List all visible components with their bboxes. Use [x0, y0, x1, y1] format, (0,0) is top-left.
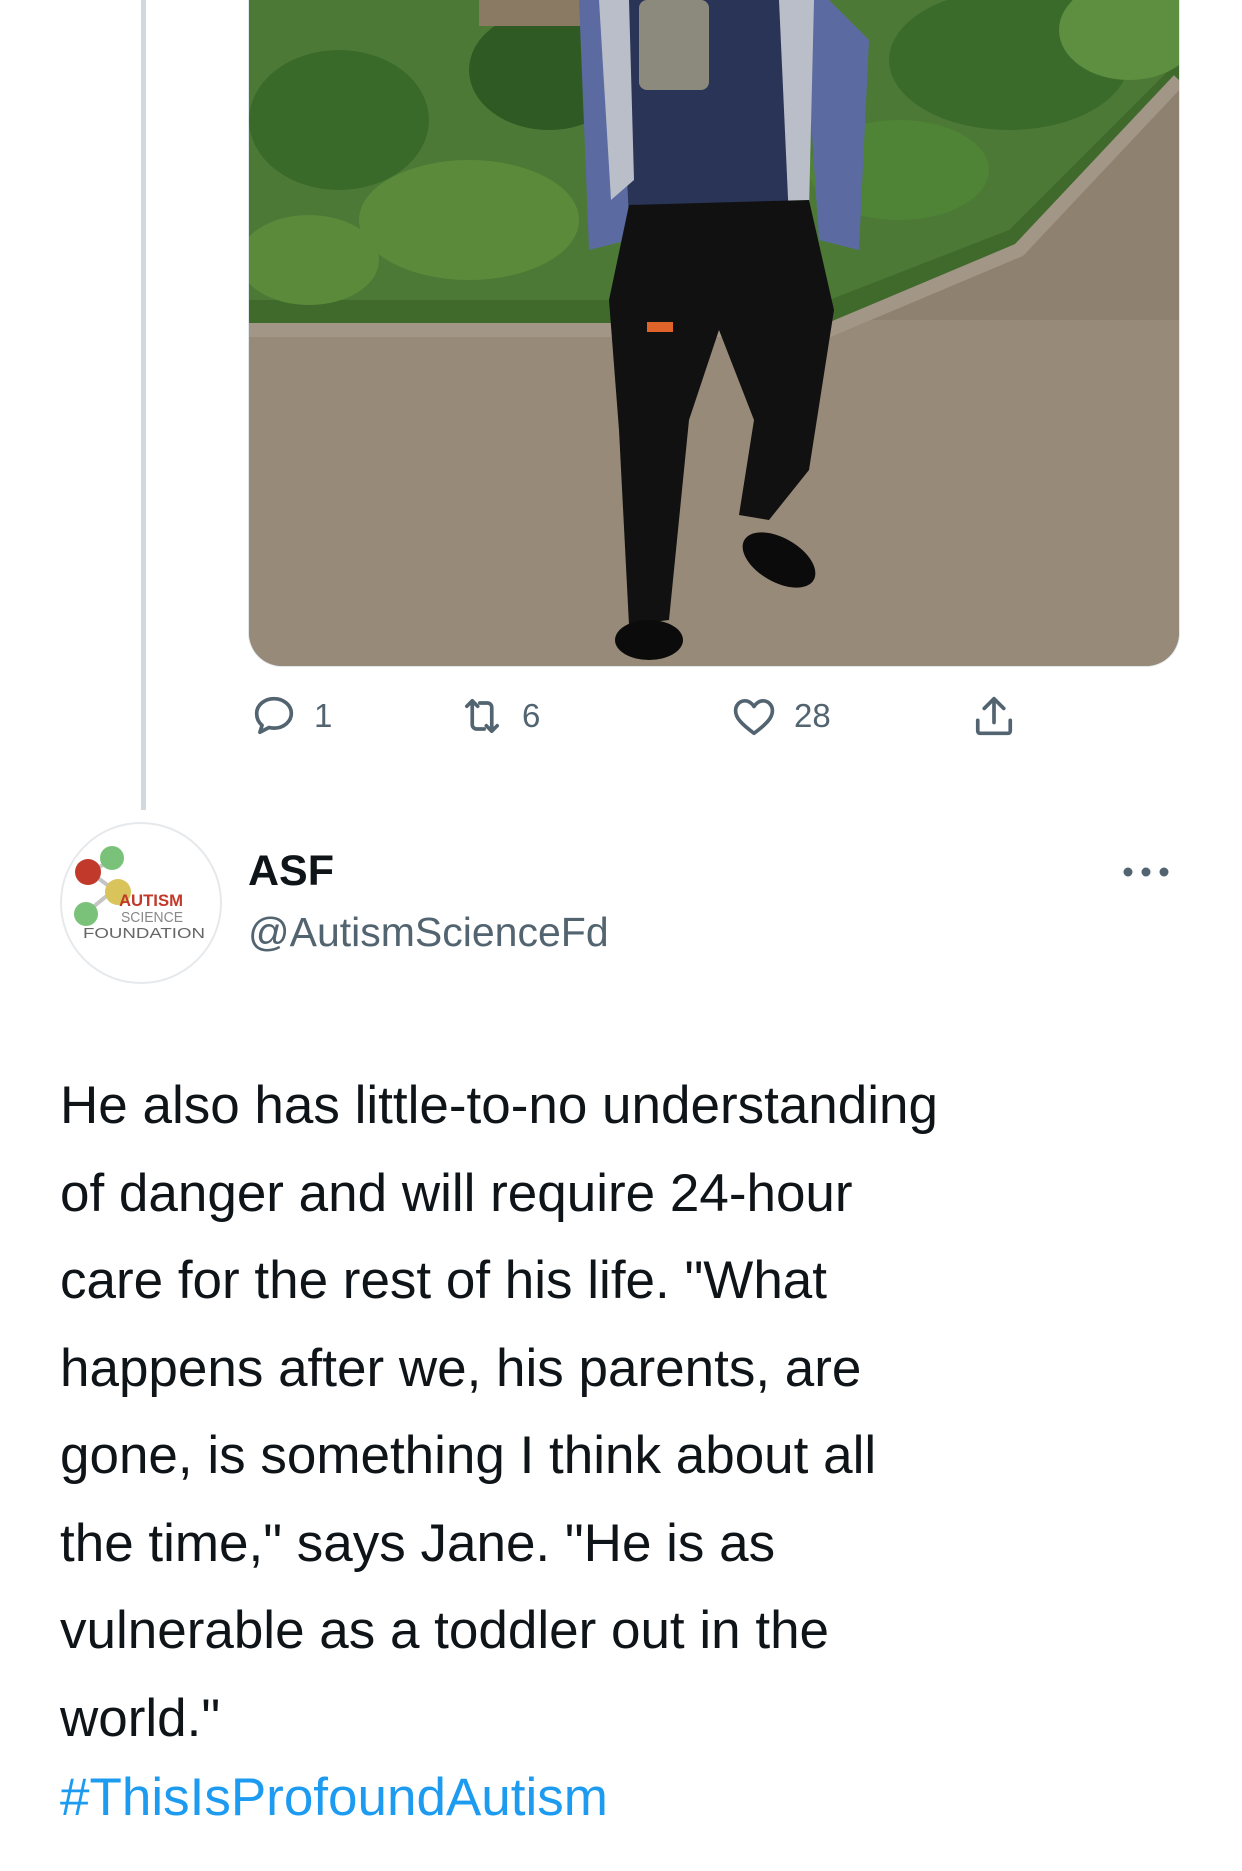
svg-text:AUTISM: AUTISM [119, 891, 183, 910]
svg-text:FOUNDATION: FOUNDATION [83, 925, 205, 942]
tweet-media-photo[interactable] [248, 0, 1180, 667]
more-dots-icon [1123, 867, 1169, 877]
heart-icon [733, 698, 775, 736]
photo-person-walking-in-garden [249, 0, 1179, 666]
previous-tweet-action-bar: 1 6 28 [248, 690, 1048, 754]
author-display-name[interactable]: ASF [248, 847, 334, 896]
like-button[interactable]: 28 [728, 690, 831, 742]
thread-connector-line [141, 0, 146, 810]
share-button[interactable] [968, 690, 1020, 742]
svg-text:SCIENCE: SCIENCE [121, 909, 183, 926]
retweet-button[interactable]: 6 [456, 690, 540, 742]
retweet-arrows-icon [464, 698, 500, 734]
like-count: 28 [794, 697, 831, 734]
author-handle[interactable]: @AutismScienceFd [248, 909, 609, 956]
reply-button[interactable]: 1 [248, 690, 332, 742]
hashtag-link[interactable]: #ThisIsProfoundAutism [60, 1763, 608, 1833]
tweet-body-text: He also has little-to-no understanding o… [60, 1076, 938, 1748]
share-upload-icon [975, 696, 1013, 736]
autism-science-foundation-logo: AUTISM SCIENCE FOUNDATION [74, 846, 205, 942]
more-options-button[interactable] [1118, 858, 1174, 886]
retweet-count: 6 [522, 697, 541, 734]
avatar[interactable]: AUTISM SCIENCE FOUNDATION [60, 822, 222, 984]
speech-bubble-icon [254, 696, 294, 735]
reply-count: 1 [314, 697, 333, 734]
